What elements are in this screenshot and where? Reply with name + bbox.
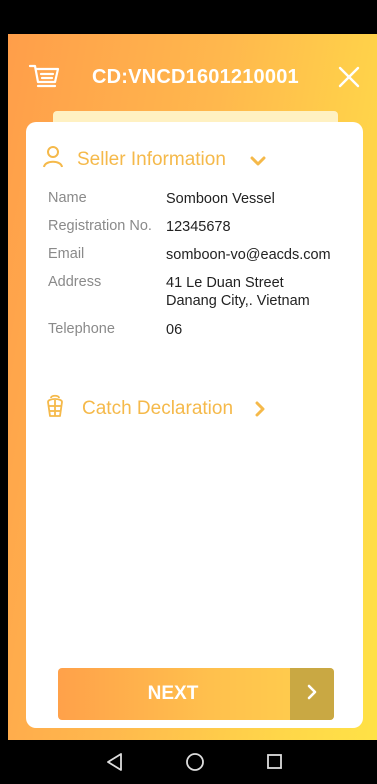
chevron-down-icon[interactable] [250,154,266,166]
info-value: somboon-vo@eacds.com [166,247,331,263]
seller-information-title: Seller Information [77,148,226,170]
status-bar [0,0,377,34]
info-label: Name [48,190,87,206]
info-label: Email [48,246,85,262]
page-title: CD:VNCD1601210001 [92,66,299,88]
home-icon[interactable] [185,752,205,772]
info-label: Telephone [48,321,115,337]
system-nav-bar [0,740,377,784]
app-screen: CD:VNCD1601210001 Seller Information Nam… [8,34,377,740]
catch-declaration-header[interactable]: Catch Declaration [44,394,265,423]
info-value: 41 Le Duan Street Danang City,. Vietnam [166,275,310,309]
info-label: Registration No. [48,218,152,234]
close-icon[interactable] [338,66,360,88]
chevron-right-icon[interactable] [255,401,265,417]
info-value: 12345678 [166,219,231,235]
next-button[interactable]: NEXT [58,668,334,720]
recents-icon[interactable] [266,753,283,770]
info-label: Address [48,274,102,290]
back-icon[interactable] [106,752,124,772]
content-card: Seller Information Name Somboon Vessel R… [26,122,363,728]
app-header: CD:VNCD1601210001 [8,34,377,120]
next-button-label: NEXT [147,683,199,704]
seller-information-header[interactable]: Seller Information [43,146,266,173]
fish-basket-icon [44,394,66,423]
cart-icon[interactable] [28,62,60,90]
chevron-right-icon [307,684,317,705]
info-value: 06 [166,322,183,338]
next-arrow-box [290,668,334,720]
catch-declaration-title: Catch Declaration [82,397,234,419]
info-value: Somboon Vessel [166,191,275,207]
person-icon [43,146,63,173]
